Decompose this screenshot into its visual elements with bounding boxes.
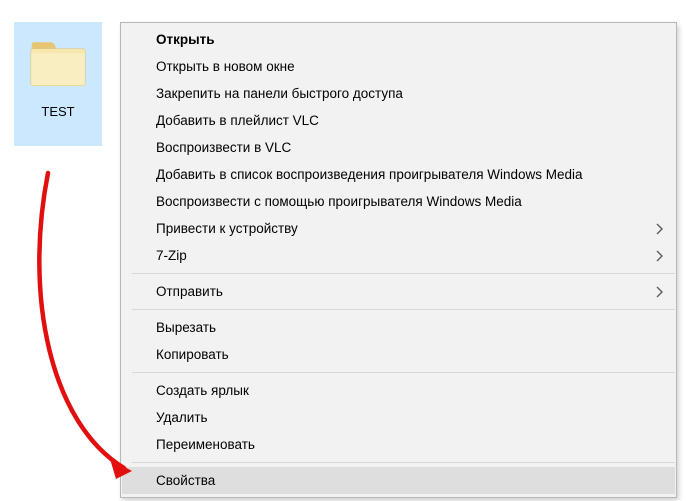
menu-rename[interactable]: Переименовать [122, 431, 675, 458]
menu-pin-label: Закрепить на панели быстрого доступа [156, 85, 663, 103]
menu-cast-label: Привести к устройству [156, 220, 644, 238]
screenshot-root: TEST Открыть Открыть в новом окне Закреп… [0, 0, 700, 501]
menu-open-new-window-label: Открыть в новом окне [156, 58, 663, 76]
menu-copy-label: Копировать [156, 346, 663, 364]
menu-cut-label: Вырезать [156, 319, 663, 337]
menu-separator [132, 462, 675, 463]
menu-cut[interactable]: Вырезать [122, 314, 675, 341]
menu-create-shortcut[interactable]: Создать ярлык [122, 377, 675, 404]
desktop-folder-selected[interactable]: TEST [14, 22, 102, 146]
menu-play-wmp[interactable]: Воспроизвести с помощью проигрывателя Wi… [122, 188, 675, 215]
menu-send-to[interactable]: Отправить [122, 278, 675, 305]
menu-pin-quick-access[interactable]: Закрепить на панели быстрого доступа [122, 80, 675, 107]
menu-play-vlc-label: Воспроизвести в VLC [156, 139, 663, 157]
menu-createshortcut-label: Создать ярлык [156, 382, 663, 400]
menu-delete-label: Удалить [156, 409, 663, 427]
menu-delete[interactable]: Удалить [122, 404, 675, 431]
menu-7-zip[interactable]: 7-Zip [122, 242, 675, 269]
chevron-right-icon [656, 223, 663, 235]
menu-properties[interactable]: Свойства [122, 467, 675, 494]
menu-open-new-window[interactable]: Открыть в новом окне [122, 53, 675, 80]
menu-separator [132, 372, 675, 373]
menu-properties-label: Свойства [156, 472, 663, 490]
menu-open-label: Открыть [156, 31, 663, 49]
menu-open[interactable]: Открыть [122, 26, 675, 53]
menu-play-wmp-label: Воспроизвести с помощью проигрывателя Wi… [156, 193, 663, 211]
menu-add-vlc-playlist[interactable]: Добавить в плейлист VLC [122, 107, 675, 134]
context-menu: Открыть Открыть в новом окне Закрепить н… [120, 22, 677, 498]
menu-sendto-label: Отправить [156, 283, 644, 301]
chevron-right-icon [656, 286, 663, 298]
menu-add-wmp-label: Добавить в список воспроизведения проигр… [156, 166, 663, 184]
menu-separator [132, 309, 675, 310]
folder-label: TEST [41, 104, 74, 119]
folder-icon [29, 40, 87, 88]
menu-cast-to-device[interactable]: Привести к устройству [122, 215, 675, 242]
menu-add-wmp-list[interactable]: Добавить в список воспроизведения проигр… [122, 161, 675, 188]
menu-7zip-label: 7-Zip [156, 247, 644, 265]
menu-play-vlc[interactable]: Воспроизвести в VLC [122, 134, 675, 161]
menu-copy[interactable]: Копировать [122, 341, 675, 368]
chevron-right-icon [656, 250, 663, 262]
menu-separator [132, 273, 675, 274]
menu-add-vlc-label: Добавить в плейлист VLC [156, 112, 663, 130]
menu-rename-label: Переименовать [156, 436, 663, 454]
